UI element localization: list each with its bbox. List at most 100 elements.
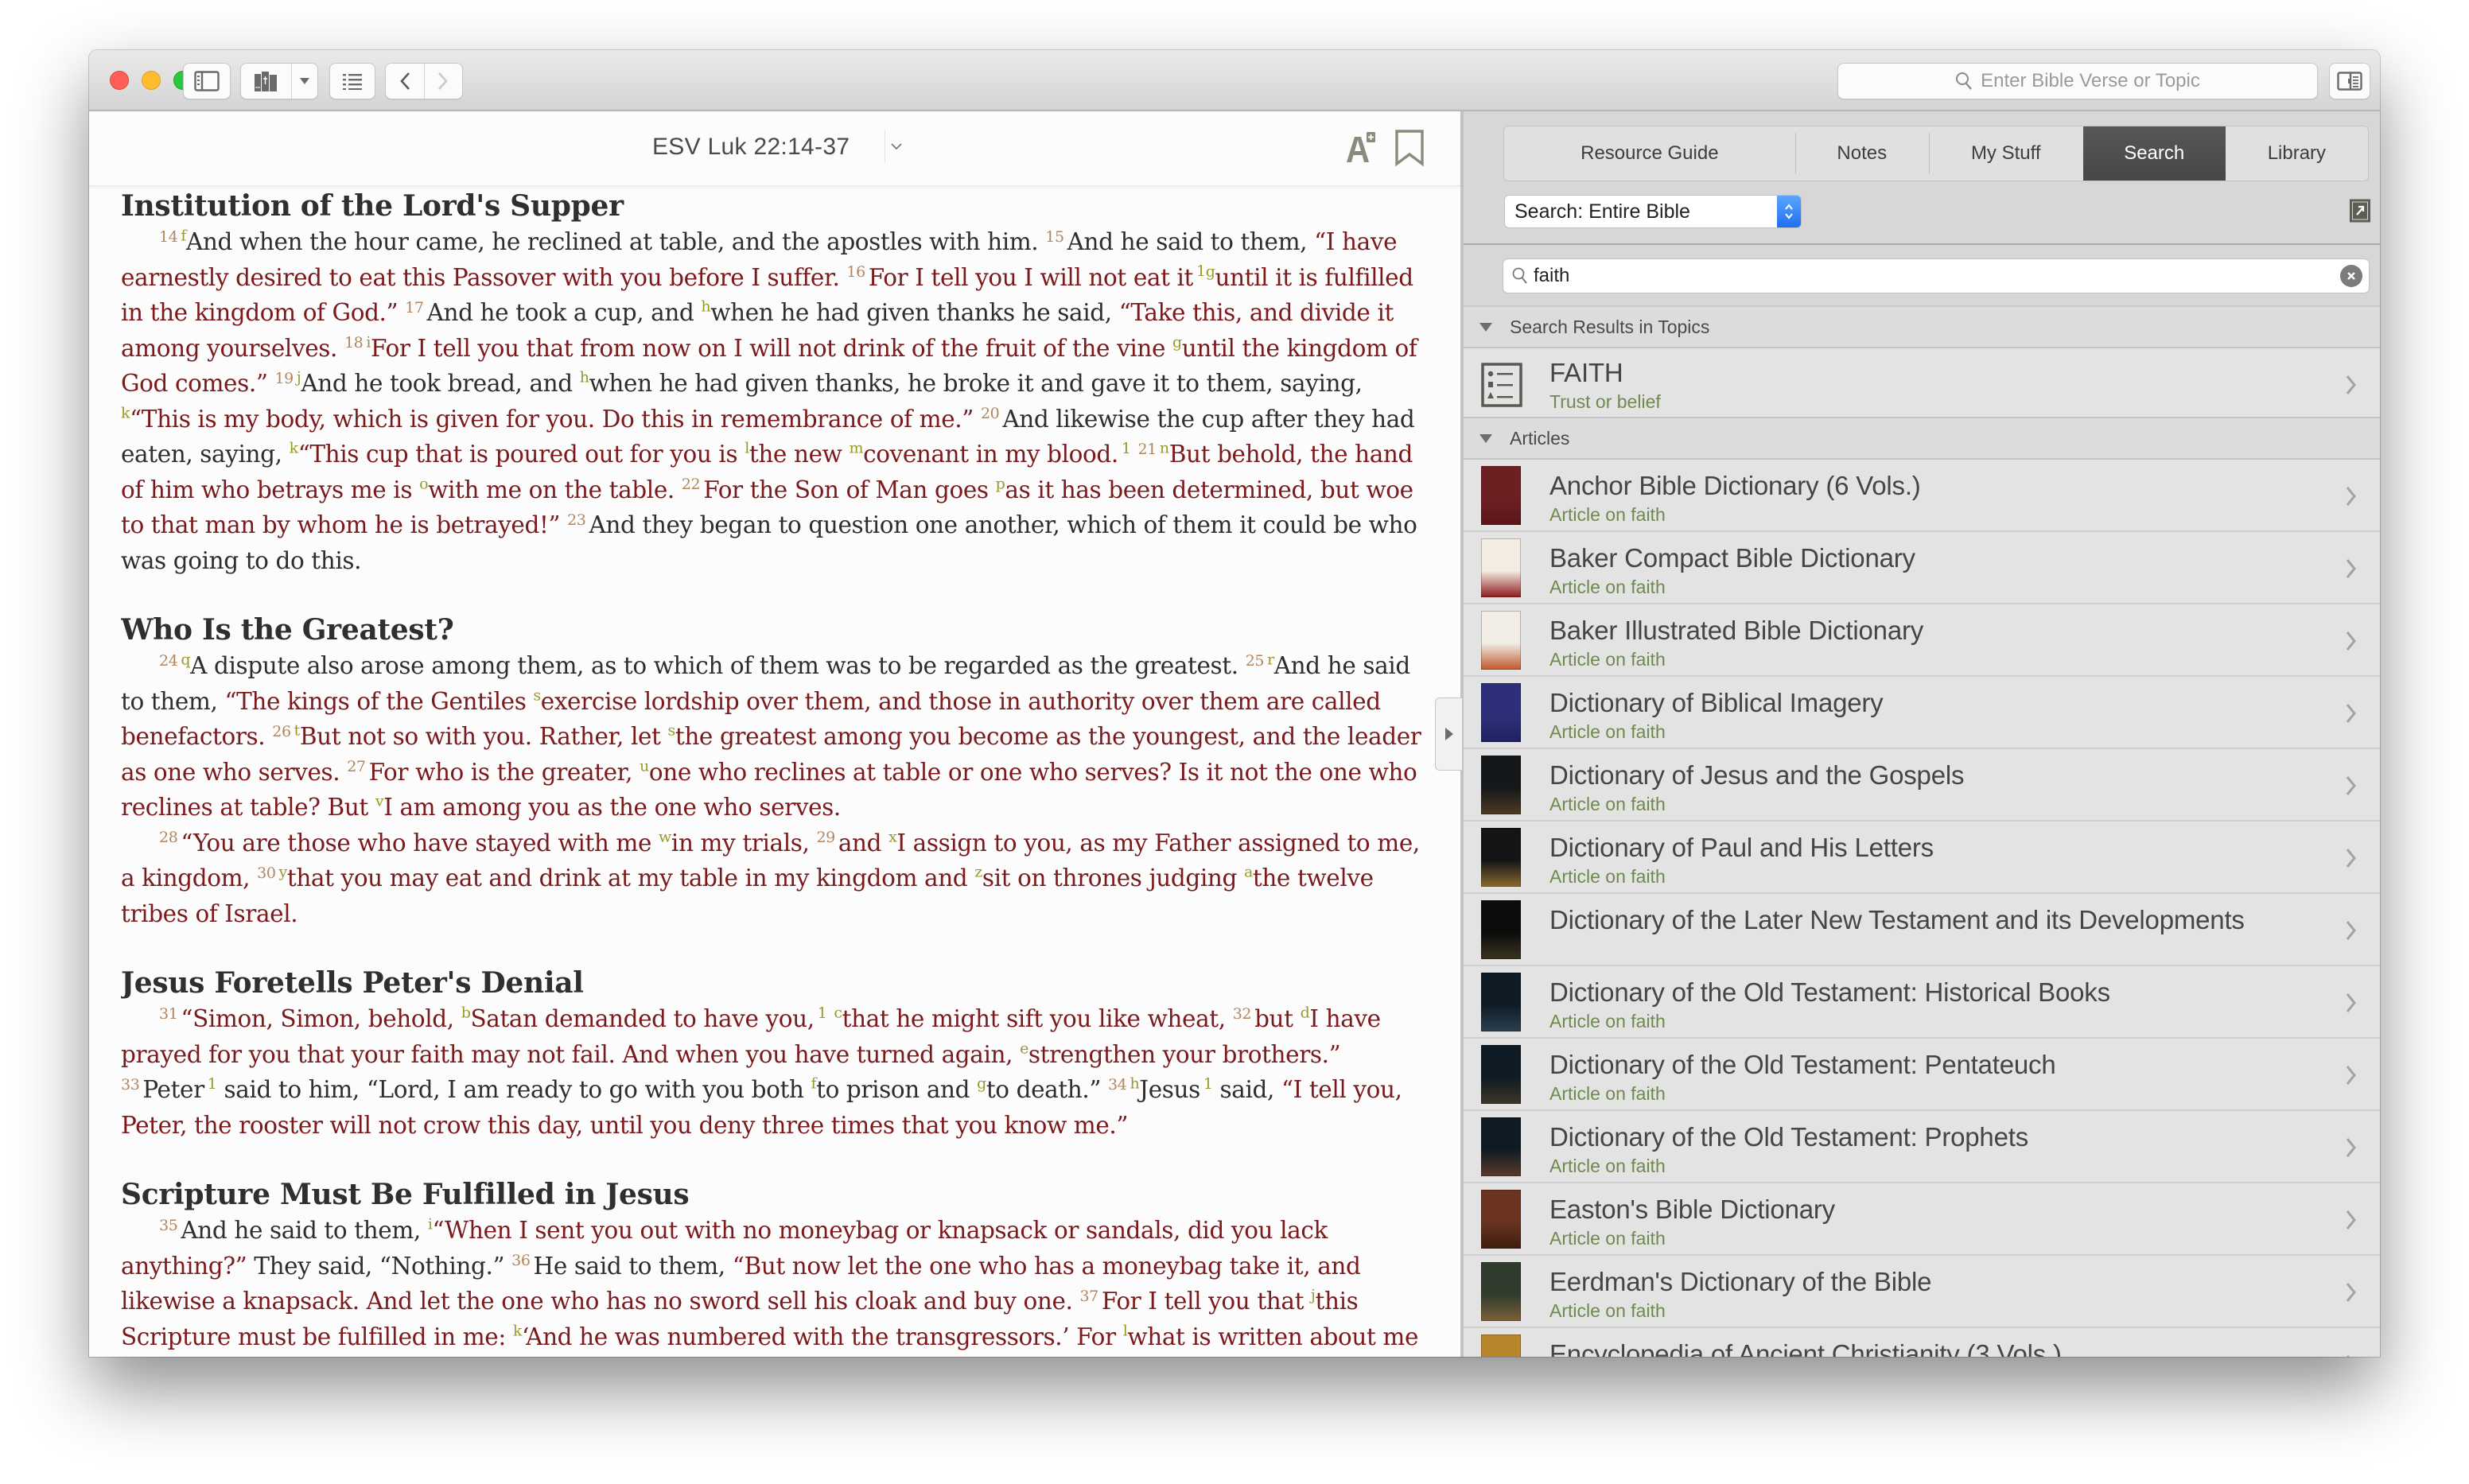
cross-reference-marker[interactable]: n xyxy=(1160,440,1169,457)
verse-number[interactable]: 14 xyxy=(159,228,178,246)
search-scope-select[interactable]: Search: Entire Bible xyxy=(1505,196,1801,227)
verse-number[interactable]: 15 xyxy=(1045,228,1064,246)
article-result[interactable]: Dictionary of Paul and His Letters Articl… xyxy=(1464,822,2380,894)
articles-group-header[interactable]: Articles xyxy=(1464,418,2380,460)
cross-reference-marker[interactable]: h xyxy=(580,369,589,387)
cross-reference-marker[interactable]: p xyxy=(996,475,1005,492)
tab-search[interactable]: Search xyxy=(2082,126,2226,181)
article-result[interactable]: Dictionary of the Old Testament: Prophet… xyxy=(1464,1111,2380,1183)
verse-number[interactable]: 30 xyxy=(257,864,276,882)
open-in-window-button[interactable] xyxy=(2350,199,2370,223)
passage-reference[interactable]: ESV Luk 22:14-37 xyxy=(652,134,850,161)
cross-reference-marker[interactable]: w xyxy=(659,828,671,845)
verse-number[interactable]: 36 xyxy=(511,1252,531,1269)
outline-button[interactable] xyxy=(329,63,375,99)
footnote-marker[interactable]: 1 xyxy=(1122,440,1131,457)
cross-reference-marker[interactable]: s xyxy=(533,686,541,704)
cross-reference-marker[interactable]: s xyxy=(668,722,676,740)
forward-button[interactable] xyxy=(423,64,462,99)
verse-number[interactable]: 21 xyxy=(1138,441,1157,458)
font-size-button[interactable] xyxy=(1344,129,1378,167)
sidebar-toggle-button[interactable] xyxy=(183,63,231,99)
back-button[interactable] xyxy=(386,64,424,99)
verse-number[interactable]: 25 xyxy=(1246,652,1265,670)
cross-reference-marker[interactable]: q xyxy=(181,651,190,669)
verse-number[interactable]: 33 xyxy=(121,1076,140,1094)
topics-group-header[interactable]: Search Results in Topics xyxy=(1464,307,2380,348)
topic-result-faith[interactable]: FAITH Trust or belief xyxy=(1464,348,2380,418)
verse-number[interactable]: 34 xyxy=(1108,1076,1127,1094)
search-query-input[interactable] xyxy=(1529,265,2340,287)
cross-reference-marker[interactable]: h xyxy=(1130,1075,1139,1093)
article-result[interactable]: Dictionary of the Later New Testament an… xyxy=(1464,894,2380,966)
article-result[interactable]: Eerdman's Dictionary of the Bible Article… xyxy=(1464,1256,2380,1328)
verse-number[interactable]: 20 xyxy=(981,405,1000,422)
footnote-marker[interactable]: 1 xyxy=(1203,1075,1213,1093)
cross-reference-marker[interactable]: t xyxy=(294,722,301,740)
cross-reference-marker[interactable]: g xyxy=(977,1075,986,1093)
article-result[interactable]: Encyclopedia of Ancient Christianity (3 … xyxy=(1464,1328,2380,1357)
library-menu-button[interactable] xyxy=(290,64,317,99)
cross-reference-marker[interactable]: u xyxy=(640,757,649,775)
footnote-marker[interactable]: 1 xyxy=(818,1004,827,1022)
close-window-button[interactable] xyxy=(110,71,129,90)
article-result[interactable]: Anchor Bible Dictionary (6 Vols.) Article… xyxy=(1464,460,2380,532)
cross-reference-marker[interactable]: k xyxy=(121,404,130,422)
cross-reference-marker[interactable]: r xyxy=(1267,651,1274,669)
verse-number[interactable]: 18 xyxy=(344,334,364,352)
verse-number[interactable]: 32 xyxy=(1233,1005,1252,1023)
article-result[interactable]: Baker Compact Bible Dictionary Article on… xyxy=(1464,532,2380,604)
footnote-marker[interactable]: 1 xyxy=(1196,262,1206,280)
cross-reference-marker[interactable]: e xyxy=(1020,1039,1028,1057)
tab-my-stuff[interactable]: My Stuff xyxy=(1928,126,2083,181)
verse-number[interactable]: 37 xyxy=(1079,1288,1098,1305)
search-query-field[interactable] xyxy=(1503,259,2369,293)
verse-number[interactable]: 24 xyxy=(159,652,178,670)
reference-dropdown-button[interactable] xyxy=(885,130,907,162)
tab-library[interactable]: Library xyxy=(2226,126,2368,181)
bible-search-field[interactable]: Enter Bible Verse or Topic xyxy=(1837,63,2318,99)
tab-resource-guide[interactable]: Resource Guide xyxy=(1504,126,1795,181)
cross-reference-marker[interactable]: k xyxy=(513,1322,523,1339)
cross-reference-marker[interactable]: d xyxy=(1301,1004,1310,1022)
minimize-window-button[interactable] xyxy=(142,71,161,90)
verse-number[interactable]: 27 xyxy=(347,758,366,775)
verse-number[interactable]: 17 xyxy=(405,299,424,317)
cross-reference-marker[interactable]: b xyxy=(461,1004,471,1022)
verse-number[interactable]: 23 xyxy=(567,511,586,529)
panel-toggle-button[interactable] xyxy=(2329,63,2370,99)
cross-reference-marker[interactable]: v xyxy=(375,793,384,810)
article-title: Dictionary of the Old Testament: Pentate… xyxy=(1549,1050,2056,1079)
article-result[interactable]: Dictionary of the Old Testament: Histori… xyxy=(1464,966,2380,1039)
article-result[interactable]: Dictionary of Biblical Imagery Article on… xyxy=(1464,677,2380,749)
collapse-panel-handle[interactable] xyxy=(1435,697,1462,771)
library-button[interactable] xyxy=(241,64,291,99)
cross-reference-marker[interactable]: m xyxy=(849,440,863,457)
verse-number[interactable]: 26 xyxy=(272,723,291,740)
article-result[interactable]: Dictionary of the Old Testament: Pentate… xyxy=(1464,1039,2380,1111)
verse-number[interactable]: 22 xyxy=(682,476,701,493)
cross-reference-marker[interactable]: a xyxy=(1244,864,1253,881)
verse-number[interactable]: 19 xyxy=(274,370,294,387)
cross-reference-marker[interactable]: k xyxy=(290,440,299,457)
verse-number[interactable]: 31 xyxy=(159,1005,178,1023)
verse-number[interactable]: 16 xyxy=(846,263,865,281)
cross-reference-marker[interactable]: g xyxy=(1172,333,1182,351)
cross-reference-marker[interactable]: x xyxy=(888,828,897,845)
bookmark-button[interactable] xyxy=(1394,129,1425,167)
cross-reference-marker[interactable]: z xyxy=(974,864,982,881)
article-result[interactable]: Easton's Bible Dictionary Article on fait… xyxy=(1464,1183,2380,1256)
verse-number[interactable]: 28 xyxy=(159,829,178,846)
article-result[interactable]: Baker Illustrated Bible Dictionary Articl… xyxy=(1464,604,2380,677)
article-result[interactable]: Dictionary of Jesus and the Gospels Artic… xyxy=(1464,749,2380,822)
verse-number[interactable]: 35 xyxy=(159,1217,178,1234)
cross-reference-marker[interactable]: g xyxy=(1206,262,1215,280)
cross-reference-marker[interactable]: c xyxy=(834,1004,842,1022)
verse-number[interactable]: 29 xyxy=(816,829,835,846)
footnote-marker[interactable]: 1 xyxy=(208,1075,217,1093)
cross-reference-marker[interactable]: o xyxy=(419,475,428,492)
cross-reference-marker[interactable]: y xyxy=(279,864,288,881)
cross-reference-marker[interactable]: h xyxy=(701,298,710,316)
clear-search-button[interactable] xyxy=(2340,265,2362,287)
tab-notes[interactable]: Notes xyxy=(1794,126,1929,181)
